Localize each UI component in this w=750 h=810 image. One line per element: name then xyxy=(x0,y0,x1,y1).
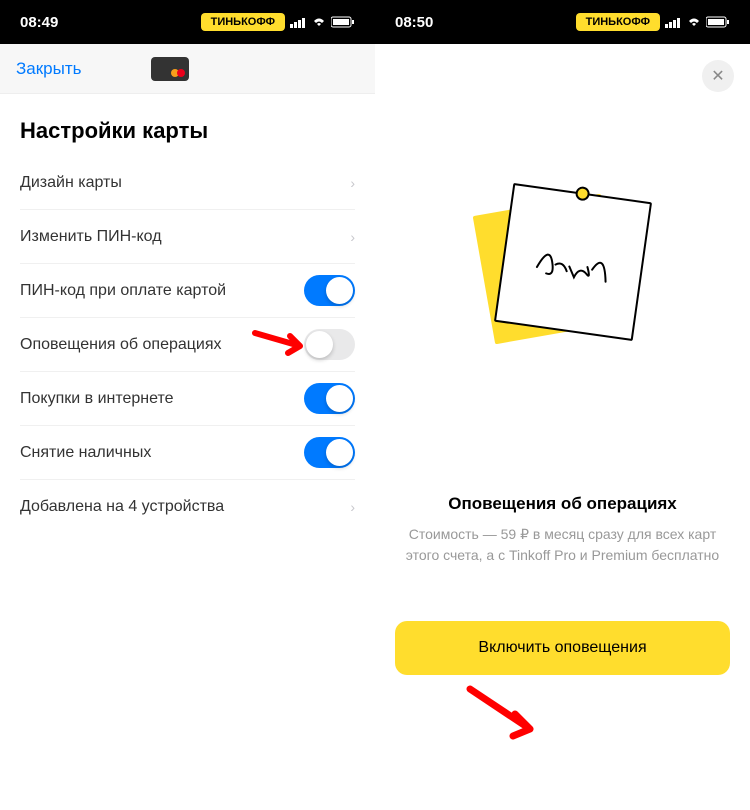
modal-header: Закрыть xyxy=(0,44,375,94)
signature-icon xyxy=(524,231,620,293)
card-thumbnail[interactable] xyxy=(151,57,189,81)
brand-pill: ТИНЬКОФФ xyxy=(576,13,660,31)
sticky-note-illustration xyxy=(473,174,653,344)
section-title: Настройки карты xyxy=(0,94,375,156)
status-time: 08:50 xyxy=(395,14,433,31)
chevron-right-icon: › xyxy=(350,175,355,191)
settings-content: Настройки карты Дизайн карты › Изменить … xyxy=(0,94,375,534)
setting-cash-withdrawal: Снятие наличных xyxy=(20,426,355,480)
annotation-arrow-icon xyxy=(465,684,545,744)
status-bar: 08:49 ТИНЬКОФФ xyxy=(0,0,375,44)
phone-screen-left: 08:49 ТИНЬКОФФ Закрыть Настройки карты Д… xyxy=(0,0,375,810)
toggle-online-purchases[interactable] xyxy=(304,383,355,414)
chevron-right-icon: › xyxy=(350,499,355,515)
setting-label: Покупки в интернете xyxy=(20,390,174,408)
setting-card-design[interactable]: Дизайн карты › xyxy=(20,156,355,210)
setting-notifications: Оповещения об операциях xyxy=(20,318,355,372)
promo-content: ✕ Оповещения об операциях Стоимость — 59… xyxy=(375,44,750,810)
close-icon[interactable]: ✕ xyxy=(702,60,734,92)
close-button[interactable]: Закрыть xyxy=(16,59,81,79)
status-time: 08:49 xyxy=(20,14,58,31)
setting-label: Добавлена на 4 устройства xyxy=(20,498,224,516)
phone-screen-right: 08:50 ТИНЬКОФФ ✕ Оповещения об операциях… xyxy=(375,0,750,810)
enable-notifications-button[interactable]: Включить оповещения xyxy=(395,621,730,675)
toggle-cash-withdrawal[interactable] xyxy=(304,437,355,468)
brand-pill: ТИНЬКОФФ xyxy=(201,13,285,31)
setting-pin-on-pay: ПИН-код при оплате картой xyxy=(20,264,355,318)
status-bar: 08:50 ТИНЬКОФФ xyxy=(375,0,750,44)
setting-label: Дизайн карты xyxy=(20,174,122,192)
toggle-pin-on-pay[interactable] xyxy=(304,275,355,306)
setting-label: ПИН-код при оплате картой xyxy=(20,282,226,300)
setting-online-purchases: Покупки в интернете xyxy=(20,372,355,426)
setting-label: Изменить ПИН-код xyxy=(20,228,162,246)
chevron-right-icon: › xyxy=(350,229,355,245)
setting-change-pin[interactable]: Изменить ПИН-код › xyxy=(20,210,355,264)
promo-title: Оповещения об операциях xyxy=(448,494,677,514)
setting-devices[interactable]: Добавлена на 4 устройства › xyxy=(20,480,355,534)
setting-label: Снятие наличных xyxy=(20,444,151,462)
status-icons xyxy=(290,16,355,28)
pin-icon xyxy=(574,186,590,202)
toggle-notifications[interactable] xyxy=(304,329,355,360)
promo-description: Стоимость — 59 ₽ в месяц сразу для всех … xyxy=(375,524,750,566)
status-icons xyxy=(665,16,730,28)
setting-label: Оповещения об операциях xyxy=(20,336,222,354)
settings-list: Дизайн карты › Изменить ПИН-код › ПИН-ко… xyxy=(0,156,375,534)
